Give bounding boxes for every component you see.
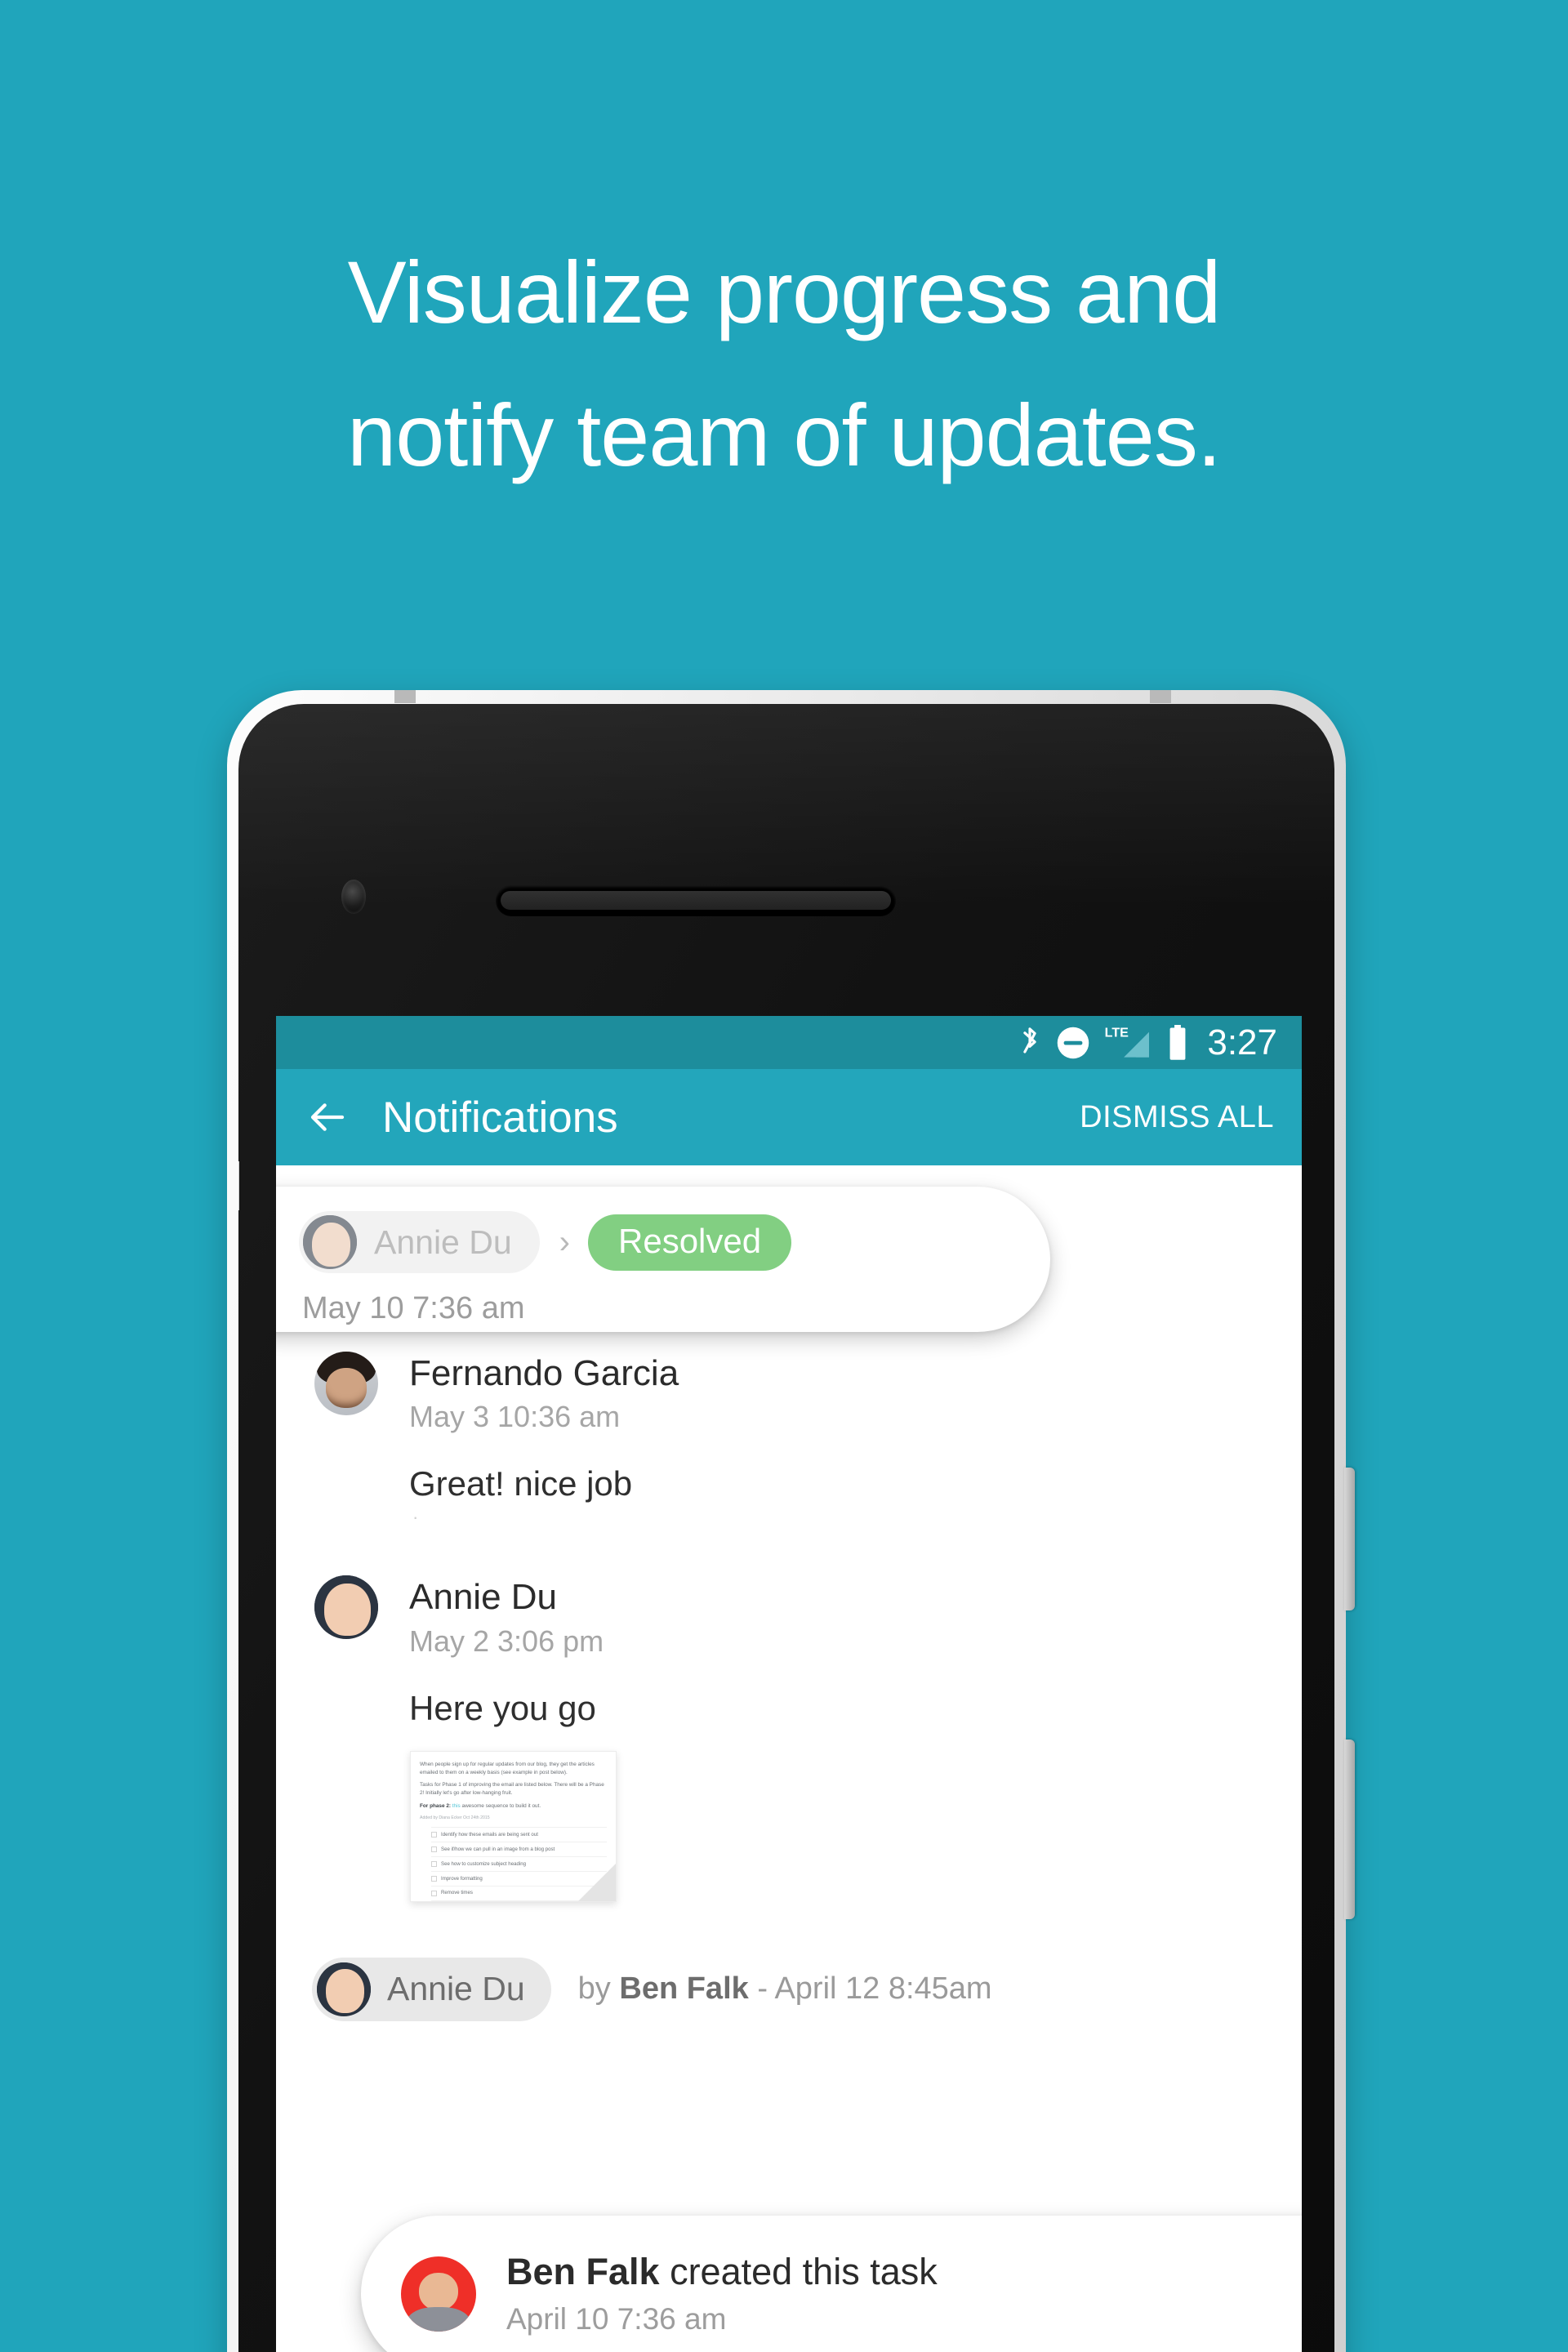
app-bar: Notifications DISMISS ALL — [276, 1069, 1302, 1165]
earpiece-speaker — [496, 885, 896, 916]
doc-checklist-label: Improve formatting — [441, 1875, 483, 1882]
doc-checklist-label: See if/how we can pull in an image from … — [441, 1846, 555, 1852]
user-chip-label: Annie Du — [374, 1223, 512, 1261]
bluetooth-icon — [1018, 1025, 1042, 1061]
headline-line-1: Visualize progress and — [347, 243, 1222, 341]
headline-line-2: notify team of updates. — [147, 363, 1421, 506]
comment-text: Here you go — [409, 1688, 596, 1727]
user-chip-annie-du[interactable]: Annie Du — [299, 1211, 540, 1273]
task-created-title: Ben Falk created this task — [506, 2251, 938, 2293]
assignee-chip[interactable]: Annie Du — [312, 1957, 551, 2021]
status-bar-clock: 3:27 — [1207, 1022, 1277, 1062]
notification-task-created-card[interactable]: Ben Falk created this task April 10 7:36… — [361, 2216, 1302, 2352]
comment-body: Fernando Garcia May 3 10:36 am Great! ni… — [409, 1352, 679, 1503]
svg-text:LTE: LTE — [1105, 1025, 1129, 1040]
doc-paragraph-3-label: For phase 2: — [420, 1802, 451, 1809]
doc-checklist-label: See how to customize subject heading — [441, 1860, 526, 1867]
phone-mockup: LTE 3:27 Notifications DISMISS ALL Annie… — [227, 690, 1355, 2352]
list-item[interactable]: Annie Du May 2 3:06 pm Here you go When … — [276, 1508, 1302, 1902]
doc-paragraph-2: Tasks for Phase 1 of improving the email… — [420, 1782, 604, 1797]
feed: Fernando Garcia May 3 10:36 am Great! ni… — [276, 1352, 1302, 2021]
comment-timestamp: May 3 10:36 am — [409, 1400, 621, 1434]
task-created-author: Ben Falk — [506, 2251, 660, 2292]
signal-icon: LTE — [1104, 1025, 1153, 1061]
task-created-timestamp: April 10 7:36 am — [506, 2302, 727, 2336]
assignment-author: Ben Falk — [619, 1971, 749, 2007]
attachment-document-thumbnail[interactable]: When people sign up for regular updates … — [410, 1750, 617, 1902]
page-title: Notifications — [382, 1093, 618, 1142]
headline-line-2-rest: of updates. — [769, 385, 1221, 484]
doc-paragraph-3: For phase 2: this awesome sequence to bu… — [420, 1802, 607, 1811]
comment-body: Annie Du May 2 3:06 pm Here you go When … — [409, 1508, 617, 1902]
notifications-list: Annie Du › Resolved May 10 7:36 am Ferna… — [276, 1165, 1302, 2352]
assignment-meta: by Ben Falk - April 12 8:45am — [578, 1971, 992, 2007]
assignment-meta-suffix: - April 12 8:45am — [748, 1971, 992, 2007]
avatar — [314, 1575, 378, 1640]
doc-checklist-label: Identify how these emails are being sent… — [441, 1831, 538, 1838]
chevron-right-icon: › — [559, 1224, 570, 1260]
attachment-caret: · — [412, 1507, 419, 1527]
headline-line-2-emphasis: notify team — [347, 385, 770, 484]
assignment-meta-prefix: by — [577, 1971, 620, 2007]
avatar — [401, 2256, 476, 2332]
dismiss-all-button[interactable]: DISMISS ALL — [1080, 1100, 1274, 1135]
status-badge: Resolved — [588, 1214, 792, 1271]
avatar — [317, 1962, 371, 2016]
bezel-notch-right — [1150, 690, 1171, 703]
volume-button[interactable] — [1344, 1740, 1355, 1919]
document-fold-corner-icon — [578, 1863, 616, 1901]
status-change-row: Annie Du › Resolved — [299, 1211, 1050, 1273]
front-camera-icon — [341, 880, 366, 914]
bezel-notch-left — [394, 690, 416, 703]
checkbox-icon[interactable] — [431, 1860, 437, 1867]
doc-added-by: Added by Diana Ecker Oct 24th 2015 — [420, 1815, 490, 1820]
notification-status-change-card[interactable]: Annie Du › Resolved May 10 7:36 am — [276, 1187, 1050, 1332]
back-arrow-icon[interactable] — [305, 1095, 350, 1139]
comment-timestamp: May 2 3:06 pm — [409, 1624, 604, 1658]
doc-inline-link[interactable]: this — [452, 1803, 461, 1809]
power-button[interactable] — [1344, 1468, 1355, 1610]
doc-checklist-label: Remove times — [441, 1890, 473, 1896]
avatar — [303, 1215, 357, 1269]
page-headline: Visualize progress and notify team of up… — [0, 220, 1568, 506]
task-created-action: created this task — [659, 2251, 938, 2292]
task-created-body: Ben Falk created this task April 10 7:36… — [506, 2251, 938, 2336]
phone-sheen — [238, 704, 1334, 908]
comment-author: Fernando Garcia — [409, 1353, 679, 1393]
list-item[interactable]: Fernando Garcia May 3 10:36 am Great! ni… — [276, 1352, 1302, 1503]
checkbox-icon[interactable] — [431, 1890, 437, 1896]
phone-screen: LTE 3:27 Notifications DISMISS ALL Annie… — [276, 1016, 1302, 2352]
status-change-timestamp: May 10 7:36 am — [302, 1291, 525, 1325]
battery-icon — [1167, 1024, 1188, 1061]
checkbox-icon[interactable] — [431, 1846, 437, 1852]
phone-body: LTE 3:27 Notifications DISMISS ALL Annie… — [238, 704, 1334, 2352]
checkbox-icon[interactable] — [431, 1832, 437, 1838]
checkbox-icon[interactable] — [431, 1875, 437, 1882]
status-bar: LTE 3:27 — [276, 1016, 1302, 1069]
comment-text: Great! nice job — [409, 1464, 633, 1503]
assignee-label: Annie Du — [387, 1970, 525, 2008]
comment-author: Annie Du — [409, 1577, 558, 1618]
doc-checklist-item[interactable]: Identify how these emails are being sent… — [431, 1827, 607, 1843]
avatar — [314, 1352, 378, 1415]
doc-paragraph-3-rest: awesome sequence to build it out. — [460, 1802, 541, 1809]
left-side-button[interactable] — [238, 1161, 239, 1210]
assignment-row[interactable]: Annie Du by Ben Falk - April 12 8:45am — [276, 1957, 1302, 2021]
doc-paragraph-1: When people sign up for regular updates … — [420, 1761, 595, 1775]
doc-checklist-item[interactable]: Add short intro (customizable or general… — [431, 1901, 607, 1902]
do-not-disturb-icon — [1056, 1026, 1090, 1060]
doc-checklist-item[interactable]: See if/how we can pull in an image from … — [431, 1842, 607, 1857]
